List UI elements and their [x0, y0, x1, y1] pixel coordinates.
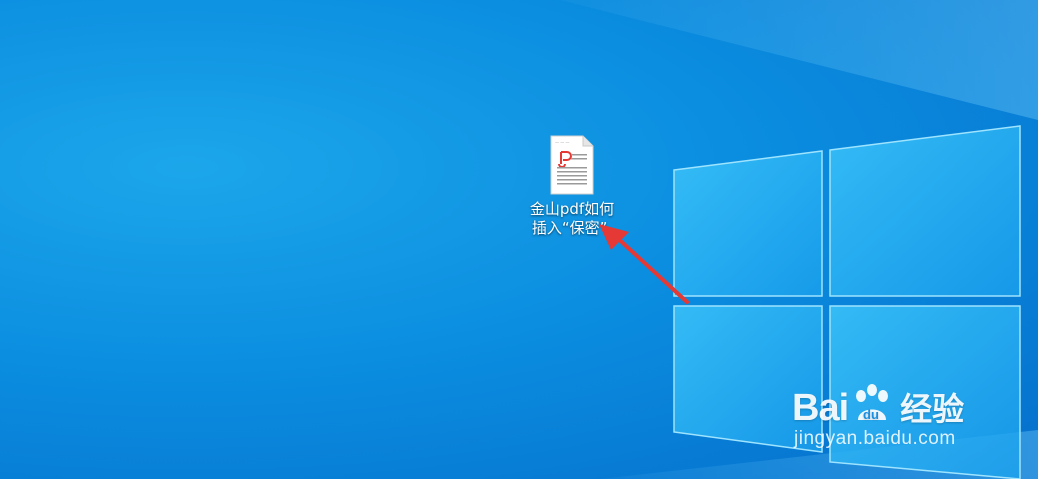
watermark-url: jingyan.baidu.com — [794, 428, 956, 449]
window-pane-top-left — [673, 150, 823, 297]
watermark-brand: Bai du 经验 — [792, 376, 964, 430]
light-beam — [560, 0, 1038, 120]
window-pane-top-right — [829, 125, 1021, 297]
watermark-bai: Bai — [792, 387, 849, 429]
desktop[interactable]: — — — 金山pdf如何 插入“保密”. Bai du 经验 jingyan.… — [0, 0, 1038, 479]
pdf-file-icon: — — — — [550, 135, 594, 195]
watermark-jingyan: 经验 — [900, 391, 965, 427]
annotation-arrow-icon — [599, 224, 689, 304]
watermark-du: du — [863, 407, 879, 422]
svg-text:— — —: — — — — [555, 140, 570, 145]
paw-icon: du — [856, 384, 889, 422]
baidu-jingyan-watermark: Bai du 经验 jingyan.baidu.com — [792, 364, 1012, 464]
